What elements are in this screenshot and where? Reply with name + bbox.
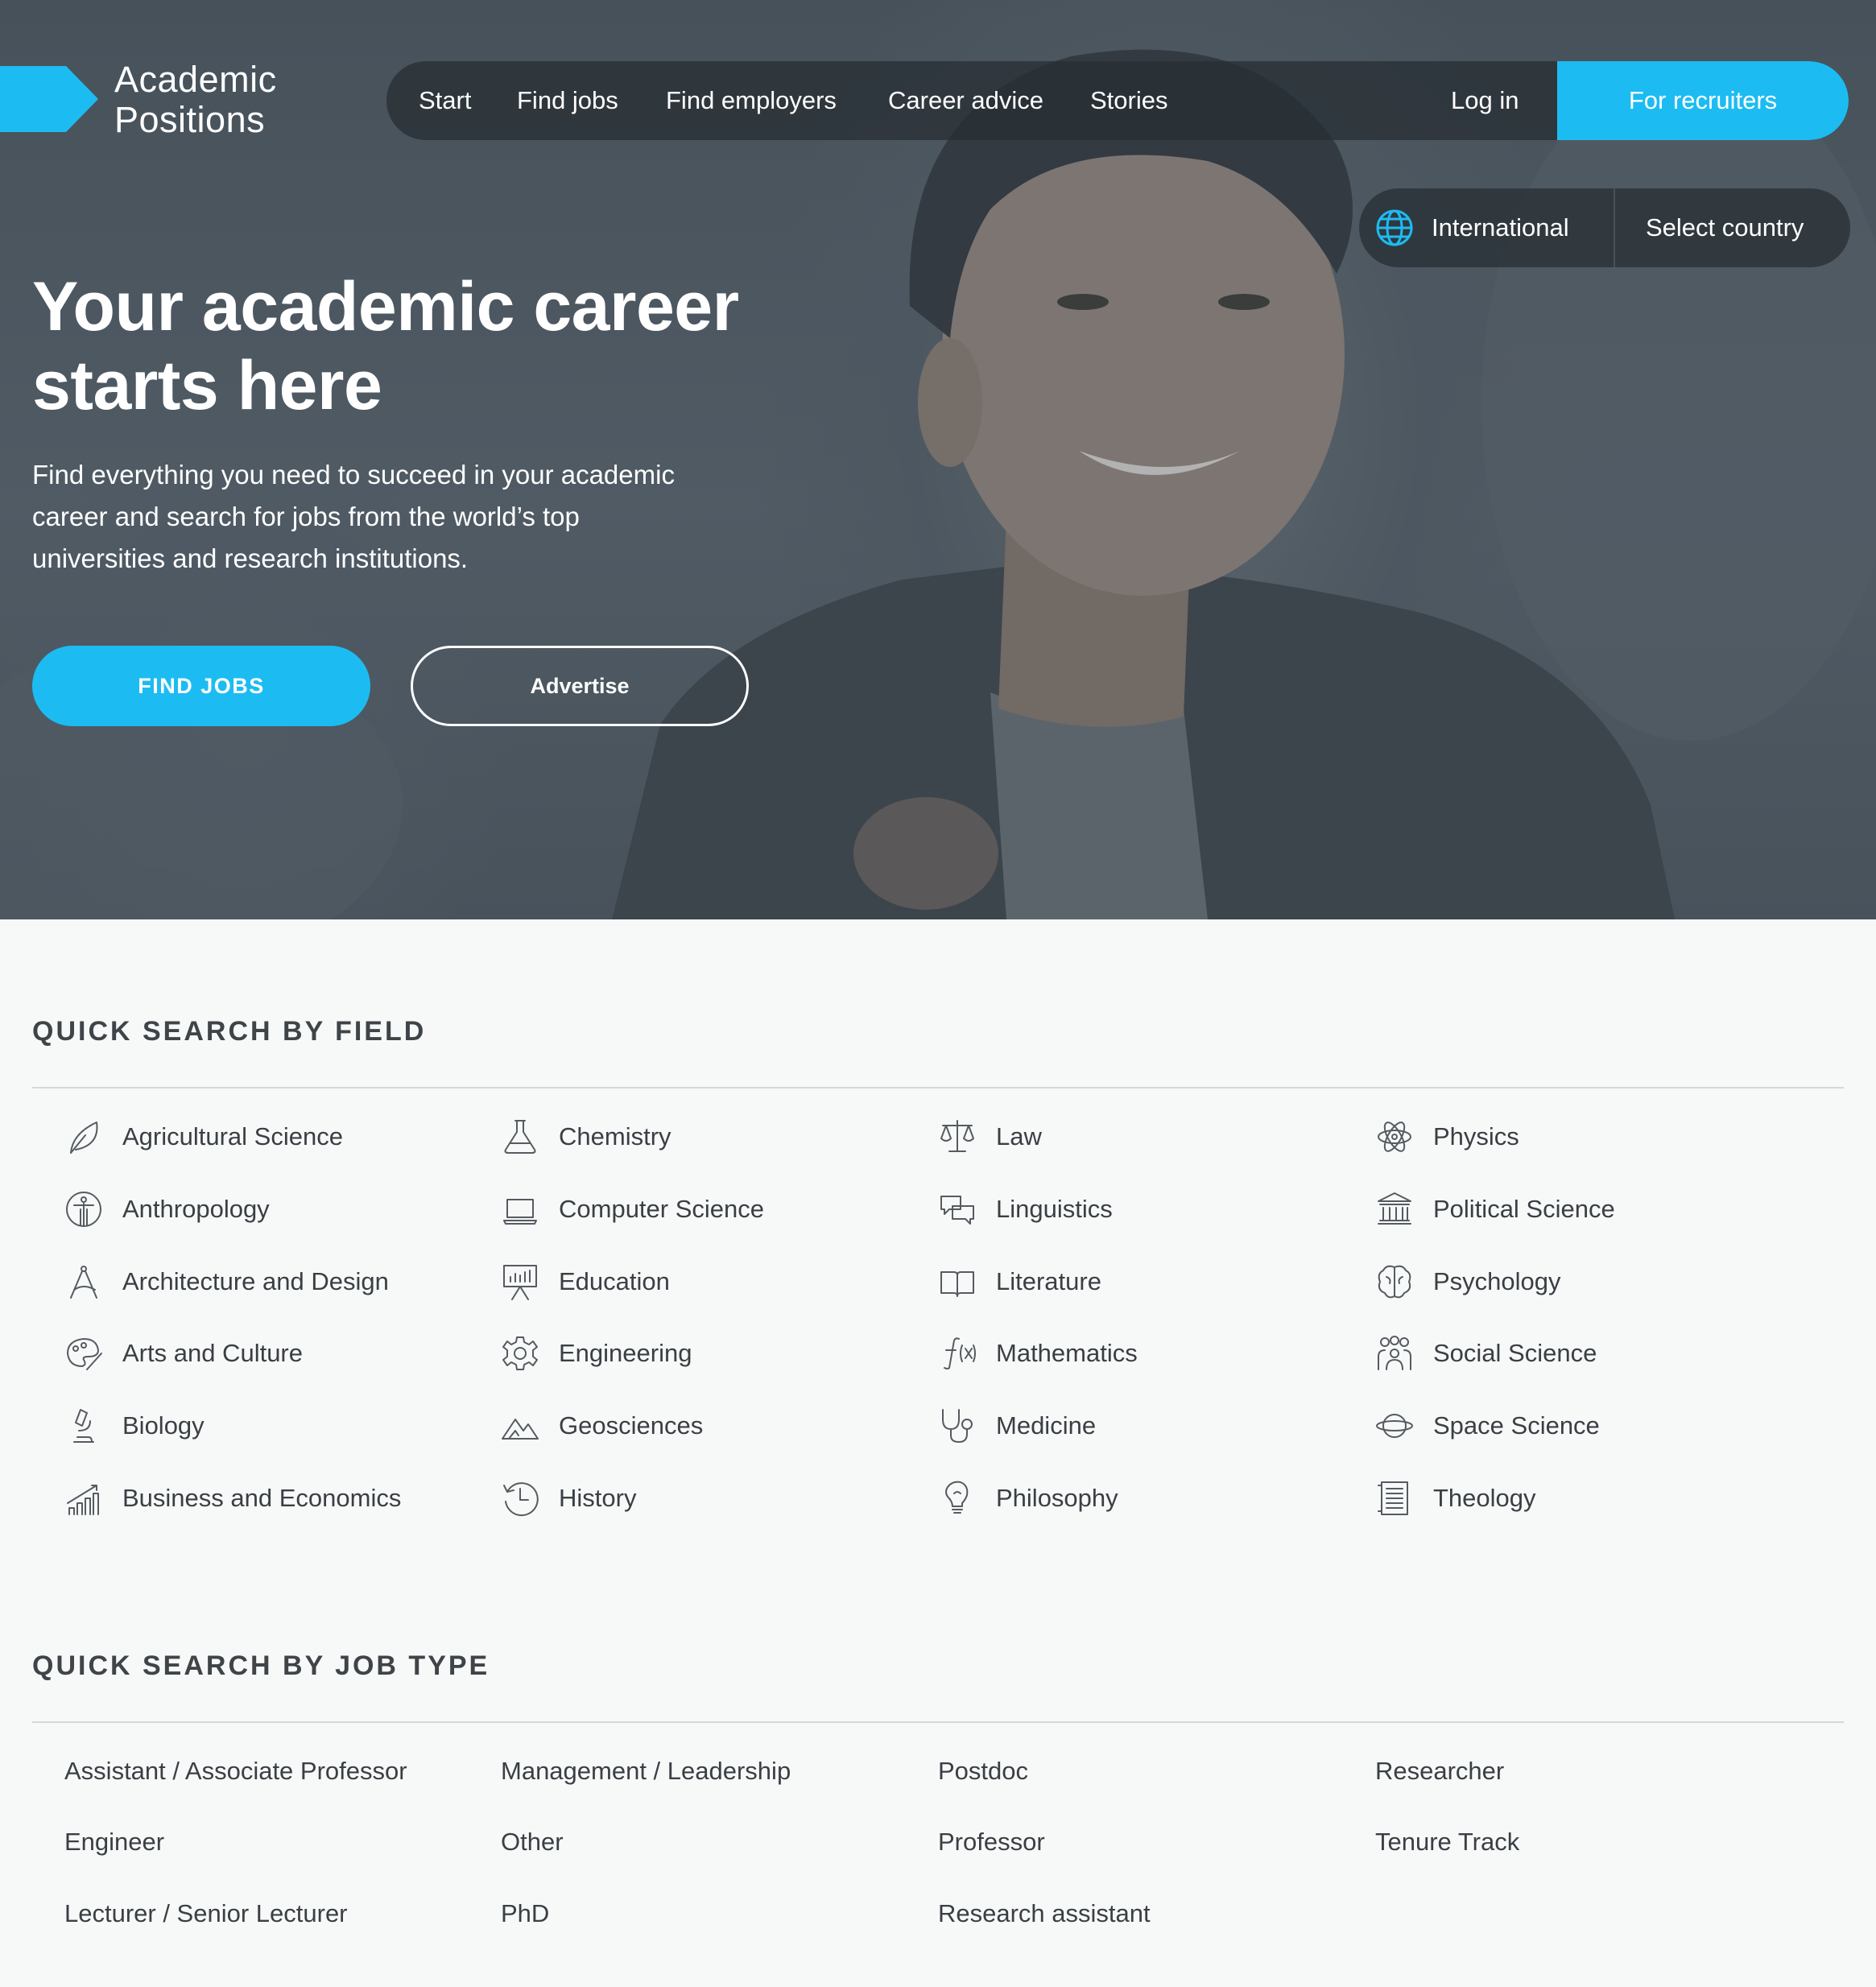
login-link[interactable]: Log in bbox=[1451, 61, 1519, 140]
field-section-title: QUICK SEARCH BY FIELD bbox=[32, 1016, 427, 1047]
compass-drawing-icon bbox=[70, 1266, 97, 1299]
scripture-icon bbox=[1378, 1481, 1408, 1515]
field-label: Engineering bbox=[559, 1339, 692, 1367]
field-label: Computer Science bbox=[559, 1195, 765, 1223]
field-label: Law bbox=[996, 1122, 1042, 1150]
field-label: Business and Economics bbox=[122, 1484, 402, 1512]
presentation-board-icon bbox=[503, 1265, 537, 1300]
hero-title: Your academic career starts here bbox=[32, 267, 837, 425]
hero-banner: Academic Positions Start Find jobs Find … bbox=[0, 0, 1876, 919]
job-type-management-leadership[interactable]: Management / Leadership bbox=[501, 1751, 791, 1791]
field-label: Psychology bbox=[1433, 1267, 1561, 1295]
job-type-phd[interactable]: PhD bbox=[501, 1894, 549, 1934]
nav-find-jobs[interactable]: Find jobs bbox=[517, 61, 618, 140]
people-group-icon bbox=[1378, 1336, 1411, 1370]
field-label: Chemistry bbox=[559, 1122, 671, 1150]
mountains-icon bbox=[502, 1419, 539, 1440]
field-label: Mathematics bbox=[996, 1339, 1138, 1367]
job-type-engineer[interactable]: Engineer bbox=[64, 1822, 164, 1862]
bar-chart-icon bbox=[67, 1485, 99, 1515]
leaf-icon bbox=[70, 1122, 98, 1154]
nav-start[interactable]: Start bbox=[419, 61, 471, 140]
field-label: Space Science bbox=[1433, 1411, 1600, 1440]
microscope-icon bbox=[73, 1409, 94, 1443]
government-building-icon bbox=[1378, 1192, 1411, 1225]
planet-icon bbox=[1376, 1414, 1413, 1438]
field-label: Linguistics bbox=[996, 1195, 1113, 1223]
job-type-postdoc[interactable]: Postdoc bbox=[938, 1751, 1028, 1791]
logo-line-1: Academic bbox=[114, 59, 277, 100]
brain-icon bbox=[1378, 1265, 1411, 1299]
field-label: Arts and Culture bbox=[122, 1339, 303, 1367]
logo-line-2: Positions bbox=[114, 99, 266, 140]
nav-career-advice[interactable]: Career advice bbox=[888, 61, 1043, 140]
find-jobs-button[interactable]: FIND JOBS bbox=[32, 646, 370, 726]
field-label: Political Science bbox=[1433, 1195, 1615, 1223]
field-label: Agricultural Science bbox=[122, 1122, 343, 1150]
logo-arrow-icon bbox=[0, 66, 98, 132]
page: Academic Positions Start Find jobs Find … bbox=[0, 0, 1876, 1987]
main-nav: Start Find jobs Find employers Career ad… bbox=[386, 61, 1849, 140]
field-label: Geosciences bbox=[559, 1411, 704, 1440]
hero-title-line-1: Your academic career bbox=[32, 268, 739, 345]
globe-icon bbox=[1376, 209, 1413, 246]
lightbulb-icon bbox=[945, 1481, 969, 1514]
job-type-section-title: QUICK SEARCH BY JOB TYPE bbox=[32, 1650, 490, 1681]
advertise-button[interactable]: Advertise bbox=[411, 646, 749, 726]
field-label: Biology bbox=[122, 1411, 205, 1440]
history-clock-icon bbox=[503, 1482, 539, 1517]
stethoscope-icon bbox=[942, 1409, 973, 1443]
scales-icon bbox=[940, 1120, 974, 1152]
hero-subtitle-line-2: career and search for jobs from the worl… bbox=[32, 502, 580, 531]
select-country-button[interactable]: Select country bbox=[1646, 188, 1804, 267]
human-figure-icon bbox=[66, 1192, 101, 1227]
flask-icon bbox=[504, 1120, 536, 1154]
country-selector: International Select country bbox=[1359, 188, 1850, 267]
field-section-divider bbox=[32, 1087, 1844, 1089]
field-label: Anthropology bbox=[122, 1195, 270, 1223]
gear-icon bbox=[502, 1336, 538, 1370]
region-international[interactable]: International bbox=[1432, 188, 1569, 267]
for-recruiters-button[interactable]: For recruiters bbox=[1557, 61, 1849, 140]
function-icon bbox=[944, 1337, 976, 1369]
job-type-assistant-associate-professor[interactable]: Assistant / Associate Professor bbox=[64, 1751, 407, 1791]
field-label: Education bbox=[559, 1267, 670, 1295]
field-label: History bbox=[559, 1484, 637, 1512]
job-type-professor[interactable]: Professor bbox=[938, 1822, 1045, 1862]
hero-title-line-2: starts here bbox=[32, 347, 382, 424]
field-label: Philosophy bbox=[996, 1484, 1118, 1512]
job-type-research-assistant[interactable]: Research assistant bbox=[938, 1894, 1151, 1934]
job-type-lecturer[interactable]: Lecturer / Senior Lecturer bbox=[64, 1894, 348, 1934]
hero-subtitle-line-3: universities and research institutions. bbox=[32, 543, 469, 573]
nav-find-employers[interactable]: Find employers bbox=[666, 61, 837, 140]
nav-stories[interactable]: Stories bbox=[1090, 61, 1167, 140]
field-label: Physics bbox=[1433, 1122, 1519, 1150]
laptop-icon bbox=[503, 1199, 537, 1225]
speech-bubbles-icon bbox=[940, 1196, 974, 1225]
atom-icon bbox=[1378, 1122, 1411, 1152]
field-label: Literature bbox=[996, 1267, 1101, 1295]
job-type-other[interactable]: Other bbox=[501, 1822, 564, 1862]
field-label: Theology bbox=[1433, 1484, 1536, 1512]
country-divider bbox=[1614, 188, 1615, 267]
job-type-section-divider bbox=[32, 1721, 1844, 1723]
job-type-tenure-track[interactable]: Tenure Track bbox=[1375, 1822, 1519, 1862]
field-label: Medicine bbox=[996, 1411, 1097, 1440]
job-type-researcher[interactable]: Researcher bbox=[1375, 1751, 1504, 1791]
logo[interactable]: Academic Positions bbox=[114, 60, 277, 140]
open-book-icon bbox=[940, 1271, 974, 1297]
hero-subtitle-line-1: Find everything you need to succeed in y… bbox=[32, 460, 675, 490]
palette-icon bbox=[67, 1338, 102, 1370]
field-label: Social Science bbox=[1433, 1339, 1597, 1367]
hero-subtitle: Find everything you need to succeed in y… bbox=[32, 454, 821, 580]
field-label: Architecture and Design bbox=[122, 1267, 389, 1295]
